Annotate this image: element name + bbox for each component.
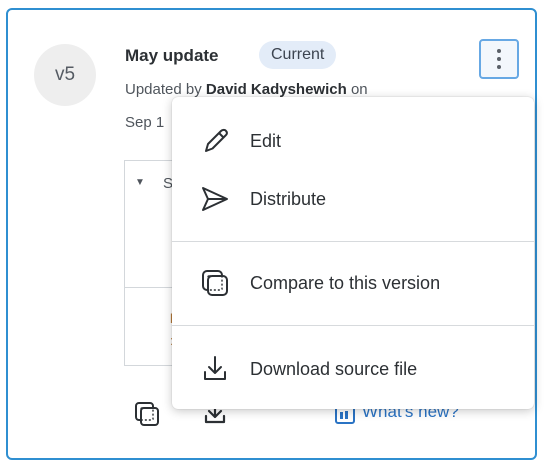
menu-item-download-source[interactable]: Download source file [172, 345, 534, 393]
updated-date: Sep 1 [125, 114, 165, 131]
menu-divider [172, 241, 534, 242]
menu-item-distribute[interactable]: Distribute [172, 175, 534, 223]
current-status-badge: Current [259, 41, 337, 69]
kebab-menu-icon [497, 49, 501, 69]
pencil-icon [205, 128, 228, 152]
version-number-badge: v5 [34, 44, 96, 106]
menu-item-label: Compare to this version [250, 272, 441, 293]
updated-prefix: Updated by [125, 81, 206, 98]
version-number: v5 [54, 64, 76, 85]
updated-suffix: on [346, 81, 368, 98]
updated-author: David Kadyshewich [205, 81, 347, 98]
compare-versions-icon[interactable] [134, 401, 160, 427]
caret-down-icon[interactable]: ▼ [135, 177, 145, 188]
menu-item-label: Download source file [250, 358, 418, 379]
menu-item-edit[interactable]: Edit [172, 117, 534, 165]
version-actions-menu: Edit Distribute Compare to this version … [172, 97, 534, 409]
menu-item-compare[interactable]: Compare to this version [172, 259, 534, 307]
download-icon [204, 356, 226, 380]
menu-item-label: Edit [250, 130, 282, 151]
version-title: May update [125, 46, 219, 65]
menu-divider [172, 325, 534, 326]
menu-item-label: Distribute [250, 188, 327, 209]
send-icon [202, 187, 228, 211]
updated-by-text: Updated by David Kadyshewich on [125, 81, 368, 98]
compare-versions-icon [202, 270, 228, 296]
more-actions-button[interactable] [479, 39, 519, 79]
